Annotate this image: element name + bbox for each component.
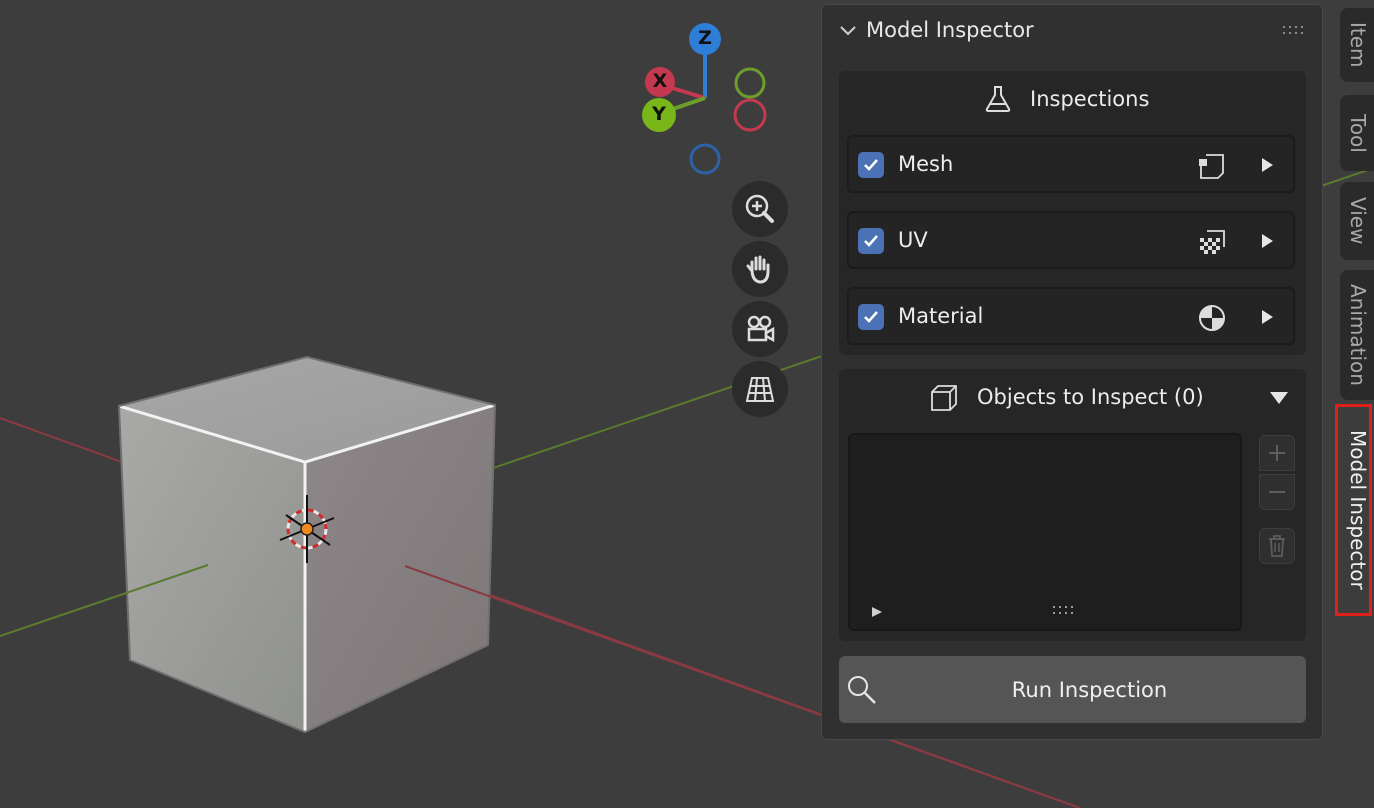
list-resize-handle-icon[interactable] xyxy=(1052,605,1074,617)
material-label: Material xyxy=(898,304,984,328)
inspection-row-material[interactable]: Material xyxy=(847,287,1295,345)
tab-item-label: Item xyxy=(1346,22,1370,68)
checkmark-icon xyxy=(864,311,878,323)
clear-objects-button[interactable] xyxy=(1259,528,1295,564)
dropdown-triangle-icon[interactable] xyxy=(1269,390,1289,406)
pan-button[interactable] xyxy=(732,241,788,297)
inspection-row-uv[interactable]: UV xyxy=(847,211,1295,269)
cube-icon xyxy=(931,385,957,411)
gizmo-z-label[interactable]: Z xyxy=(696,27,714,49)
uv-expand-arrow-icon[interactable] xyxy=(1257,231,1277,251)
tab-item[interactable]: Item xyxy=(1340,8,1374,82)
uv-checkbox[interactable] xyxy=(858,228,884,254)
objects-list[interactable] xyxy=(848,433,1242,631)
active-tab-highlight xyxy=(1335,404,1372,616)
gizmo-y-label[interactable]: Y xyxy=(650,103,668,125)
tab-animation-label: Animation xyxy=(1346,284,1370,386)
objects-box: Objects to Inspect (0) xyxy=(839,369,1306,641)
camera-view-button[interactable] xyxy=(732,301,788,357)
grid-ortho-icon xyxy=(745,377,775,402)
run-inspection-button[interactable]: Run Inspection xyxy=(839,656,1306,723)
inspections-box: Inspections Mesh UV Material xyxy=(839,71,1306,355)
toggle-perspective-button[interactable] xyxy=(732,361,788,417)
hand-pan-icon xyxy=(746,255,770,284)
panel-title: Model Inspector xyxy=(866,18,1034,42)
panel-header[interactable]: Model Inspector xyxy=(822,5,1322,57)
material-checkbox[interactable] xyxy=(858,304,884,330)
mesh-label: Mesh xyxy=(898,152,954,176)
inspection-row-mesh[interactable]: Mesh xyxy=(847,135,1295,193)
tab-tool-label: Tool xyxy=(1346,113,1370,153)
tab-tool[interactable]: Tool xyxy=(1340,95,1374,171)
uv-checker-icon xyxy=(1195,225,1229,259)
material-expand-arrow-icon[interactable] xyxy=(1257,307,1277,327)
trash-icon xyxy=(1269,535,1285,557)
chevron-down-icon[interactable] xyxy=(838,21,858,41)
gizmo-x-label[interactable]: X xyxy=(651,70,669,92)
checkmark-icon xyxy=(864,159,878,171)
flask-icon xyxy=(985,86,1011,112)
model-inspector-panel: Model Inspector Inspections Mesh UV Mate… xyxy=(821,4,1323,740)
zoom-button[interactable] xyxy=(732,181,788,237)
minus-icon xyxy=(1269,491,1285,493)
mesh-checkbox[interactable] xyxy=(858,152,884,178)
remove-object-button[interactable] xyxy=(1259,474,1295,510)
add-object-button[interactable] xyxy=(1259,435,1295,471)
camera-icon xyxy=(747,315,775,343)
material-sphere-icon xyxy=(1195,301,1229,335)
tab-view-label: View xyxy=(1346,197,1370,245)
list-filter-toggle-icon[interactable] xyxy=(870,605,884,619)
drag-handle-icon[interactable] xyxy=(1282,24,1306,38)
inspections-title: Inspections xyxy=(1030,87,1150,111)
mesh-icon xyxy=(1195,149,1229,183)
mesh-expand-arrow-icon[interactable] xyxy=(1257,155,1277,175)
zoom-icon xyxy=(745,194,774,223)
checkmark-icon xyxy=(864,235,878,247)
tab-animation[interactable]: Animation xyxy=(1340,270,1374,400)
tab-view[interactable]: View xyxy=(1340,182,1374,260)
objects-title: Objects to Inspect (0) xyxy=(977,385,1204,409)
uv-label: UV xyxy=(898,228,928,252)
run-inspection-label: Run Inspection xyxy=(1011,678,1168,702)
plus-icon xyxy=(1269,445,1285,461)
